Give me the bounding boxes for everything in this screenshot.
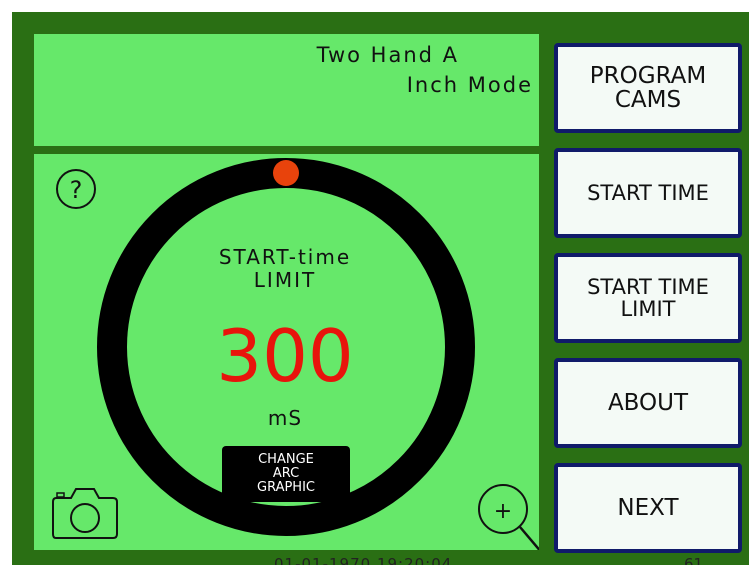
program-cams-button[interactable]: PROGRAM CAMS [554, 43, 742, 133]
change-arc-graphic-label: CHANGE ARC GRAPHIC [257, 452, 315, 495]
dial-unit: mS [267, 406, 303, 430]
mode-title-line2: Inch Mode [406, 73, 533, 97]
next-label: NEXT [617, 494, 679, 521]
program-cams-label: PROGRAM CAMS [589, 62, 707, 113]
next-button[interactable]: NEXT [554, 463, 742, 553]
zoom-in-icon[interactable]: + [474, 479, 539, 550]
dial-value: 300 [216, 314, 354, 398]
change-arc-graphic-button[interactable]: CHANGE ARC GRAPHIC [222, 446, 350, 502]
hmi-frame: Two Hand A Inch Mode ? START-time LIMIT … [12, 12, 749, 565]
about-label: ABOUT [607, 389, 689, 416]
arc-indicator[interactable] [273, 160, 299, 186]
start-time-label: START TIME [587, 180, 709, 205]
mode-header: Two Hand A Inch Mode [34, 34, 539, 146]
start-time-button[interactable]: START TIME [554, 148, 742, 238]
help-icon[interactable]: ? [53, 166, 99, 212]
camera-icon[interactable] [51, 484, 121, 540]
status-right-value: 61 [684, 555, 704, 565]
zoom-glyph: + [494, 499, 512, 524]
mode-title-line1: Two Hand A [316, 43, 459, 67]
about-button[interactable]: ABOUT [554, 358, 742, 448]
start-time-limit-button[interactable]: START TIME LIMIT [554, 253, 742, 343]
start-time-limit-label: START TIME LIMIT [587, 274, 709, 321]
dial-label: START-time LIMIT [218, 245, 352, 292]
status-datetime: 01-01-1970 19:20:04 [274, 555, 453, 565]
dial-panel: ? START-time LIMIT 300 mS CHANGE ARC GRA… [34, 154, 539, 550]
help-glyph: ? [70, 176, 83, 204]
status-bar: 01-01-1970 19:20:04 61 [12, 550, 749, 565]
